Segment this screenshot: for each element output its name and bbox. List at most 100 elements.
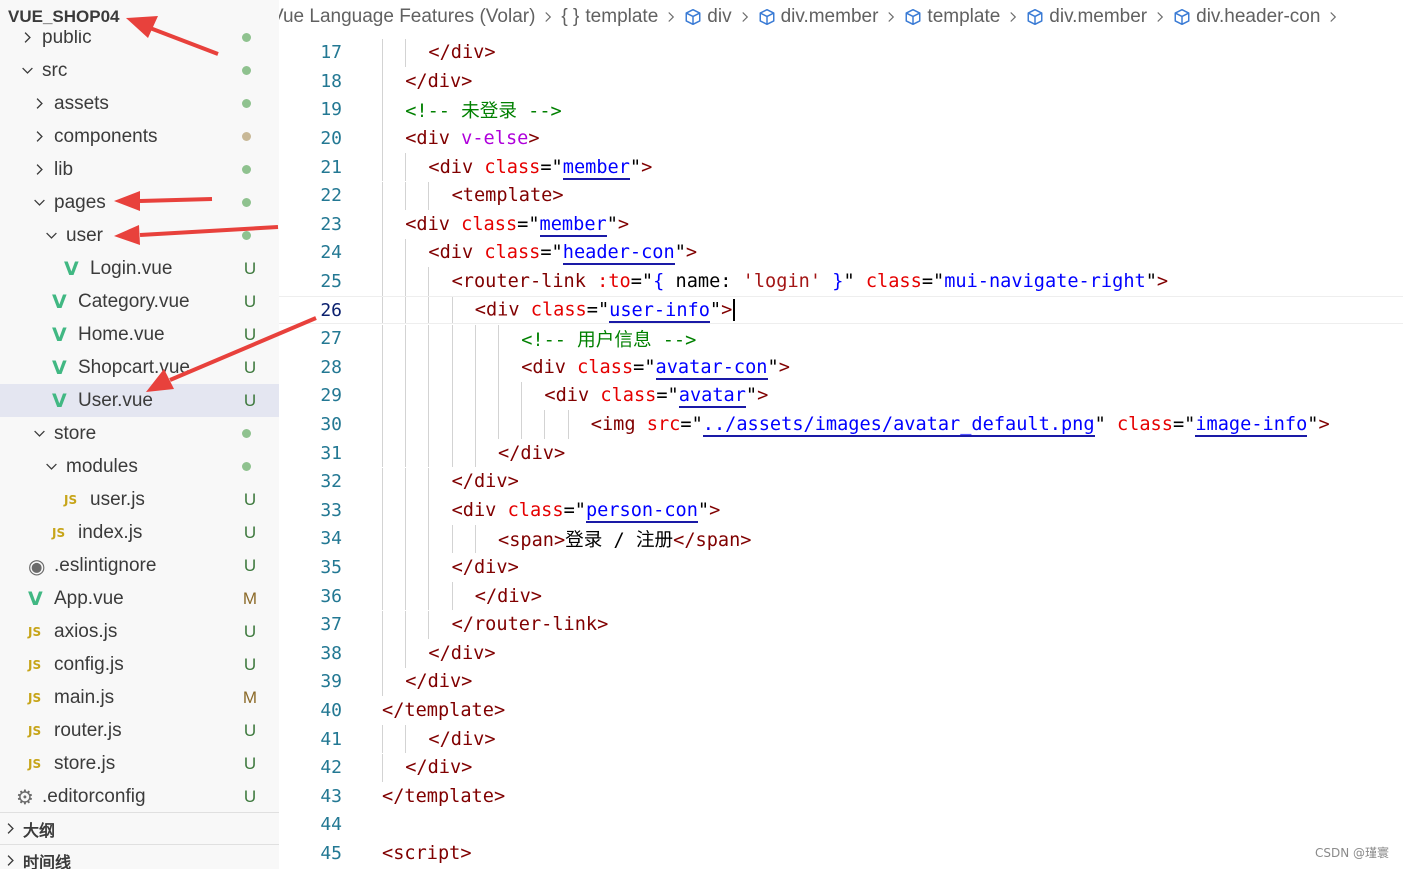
tree-item-label: pages	[54, 191, 106, 213]
code-line[interactable]: 41 </div>	[279, 724, 1403, 754]
breadcrumb-item[interactable]: template	[904, 6, 1026, 28]
breadcrumb-item[interactable]: div.member	[758, 6, 905, 28]
indent-guide	[382, 610, 383, 640]
code-line[interactable]: 17 </div>	[279, 38, 1403, 68]
code-line[interactable]: 18 </div>	[279, 67, 1403, 96]
code-text: <div class="avatar">	[544, 385, 768, 409]
explorer-root-header[interactable]: VUE_SHOP04	[0, 4, 279, 35]
file-home-vue[interactable]: V Home.vue U	[0, 318, 279, 351]
indent-guide	[405, 181, 407, 211]
chevron-down-icon	[32, 424, 46, 444]
file-config-js[interactable]: JS config.js U	[0, 648, 279, 681]
code-text: <div class="member">	[405, 213, 629, 237]
line-number: 33	[320, 499, 342, 521]
timeline-panel-header[interactable]: 时间线	[0, 844, 279, 869]
file-shopcart-vue[interactable]: V Shopcart.vue U	[0, 351, 279, 384]
code-line[interactable]: 26 <div class="user-info">	[279, 295, 1403, 325]
code-line[interactable]: 33 <div class="person-con">	[279, 496, 1403, 525]
code-line[interactable]: 29 <div class="avatar">	[279, 381, 1403, 411]
code-text: <div class="person-con">	[452, 499, 720, 523]
code-line[interactable]: 24 <div class="header-con">	[279, 238, 1403, 268]
file-app-vue[interactable]: V App.vue M	[0, 582, 279, 615]
file-editorconfig[interactable]: ⚙ .editorconfig U	[0, 780, 279, 813]
code-token: ="	[680, 414, 703, 436]
code-line[interactable]: 28 <div class="avatar-con">	[279, 353, 1403, 382]
breadcrumb-item[interactable]: div	[684, 6, 757, 28]
folder-components[interactable]: components	[0, 120, 279, 153]
file-router-js[interactable]: JS router.js U	[0, 714, 279, 747]
breadcrumb-item[interactable]: div.header-con	[1173, 6, 1346, 28]
file-index-js[interactable]: JS index.js U	[0, 516, 279, 549]
file-store-js[interactable]: JS store.js U	[0, 747, 279, 780]
code-line[interactable]: 30 <img src="../assets/images/avatar_defa…	[279, 410, 1403, 439]
indent-guide	[451, 524, 453, 554]
folder-store[interactable]: store	[0, 417, 279, 450]
indent-guide	[474, 381, 476, 411]
outline-panel-header[interactable]: 大纲	[0, 812, 279, 844]
indent-guide	[382, 438, 383, 468]
folder-lib[interactable]: lib	[0, 153, 279, 186]
code-line[interactable]: 35 </div>	[279, 553, 1403, 582]
code-token: ="	[586, 299, 610, 321]
folder-pages[interactable]: pages	[0, 186, 279, 219]
indent-guide	[521, 410, 523, 439]
tree-item-label: components	[54, 125, 158, 147]
gear-icon: ⚙	[16, 784, 34, 809]
code-line[interactable]: 27 <!-- 用户信息 -->	[279, 324, 1403, 354]
indent-guide	[451, 353, 453, 382]
file-login-vue[interactable]: V Login.vue U	[0, 252, 279, 285]
code-line[interactable]: 25 <router-link :to="{ name: 'login' }" c…	[279, 267, 1403, 296]
code-line[interactable]: 32 </div>	[279, 467, 1403, 497]
code-token: <!-- 未登录 -->	[405, 101, 562, 123]
code-line[interactable]: 23 <div class="member">	[279, 210, 1403, 239]
code-line[interactable]: 43 </template>	[279, 782, 1403, 811]
code-line[interactable]: 22 <template>	[279, 181, 1403, 211]
code-token: ="	[540, 242, 563, 264]
chevron-right-icon	[1007, 11, 1019, 23]
chevron-down-icon	[44, 457, 58, 477]
line-number: 36	[320, 585, 342, 607]
folder-user[interactable]: user	[0, 219, 279, 252]
code-line[interactable]: 42 </div>	[279, 753, 1403, 783]
file-axios-js[interactable]: JS axios.js U	[0, 615, 279, 648]
line-number: 43	[320, 785, 342, 807]
code-token: class	[484, 242, 541, 264]
line-number: 32	[320, 471, 342, 493]
code-token: "	[1307, 414, 1319, 436]
code-token: <div	[428, 156, 485, 178]
folder-assets[interactable]: assets	[0, 87, 279, 120]
file-category-vue[interactable]: V Category.vue U	[0, 285, 279, 318]
code-line[interactable]: 20 <div v-else>	[279, 124, 1403, 153]
code-token: </div>	[451, 471, 519, 493]
breadcrumb-item[interactable]: { } template	[561, 6, 684, 28]
code-line[interactable]: 36 </div>	[279, 581, 1403, 611]
code-line[interactable]: 21 <div class="member">	[279, 152, 1403, 182]
indent-guide	[428, 610, 430, 640]
indent-guide	[405, 296, 407, 324]
file-main-js[interactable]: JS main.js M	[0, 681, 279, 714]
code-line[interactable]: 34 <span>登录 / 注册</span>	[279, 524, 1403, 554]
indent-guide	[405, 353, 407, 382]
file-user-vue[interactable]: V User.vue U	[0, 384, 279, 417]
code-editor[interactable]: 17 </div> 18 </div> 19 <!-- 未登录 --> 20 <div v-e…	[279, 34, 1403, 869]
code-line[interactable]: 19 <!-- 未登录 -->	[279, 95, 1403, 125]
code-line[interactable]: 45 <script>	[279, 839, 1403, 868]
vue-file-icon: V	[64, 257, 79, 280]
git-status-dot	[242, 462, 251, 471]
folder-modules[interactable]: modules	[0, 450, 279, 483]
code-line[interactable]: 44	[279, 811, 1403, 840]
file-user-js[interactable]: JS user.js U	[0, 483, 279, 516]
indent-guide	[428, 267, 430, 296]
folder-src[interactable]: src	[0, 54, 279, 87]
code-text: </div>	[452, 557, 519, 578]
breadcrumb-item[interactable]: div.member	[1026, 6, 1173, 28]
code-token: "	[606, 213, 618, 235]
code-line[interactable]: 40 </template>	[279, 696, 1403, 725]
indent-guide	[405, 410, 407, 439]
code-line[interactable]: 39 </div>	[279, 667, 1403, 697]
code-line[interactable]: 37 </router-link>	[279, 610, 1403, 640]
code-line[interactable]: 31 </div>	[279, 438, 1403, 468]
file-eslintignore[interactable]: ◉ .eslintignore U	[0, 549, 279, 582]
breadcrumb-item[interactable]: Vue Language Features (Volar)	[279, 6, 561, 28]
code-line[interactable]: 38 </div>	[279, 639, 1403, 668]
